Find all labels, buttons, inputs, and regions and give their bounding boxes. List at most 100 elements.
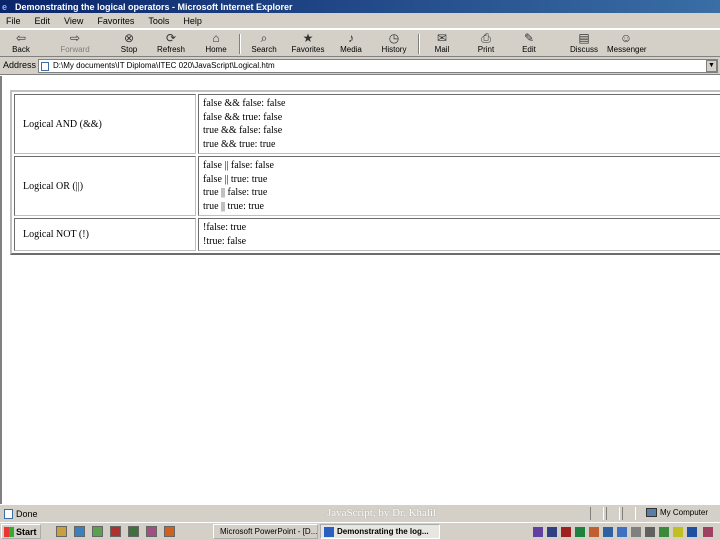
page-done-icon — [4, 509, 13, 519]
results-cell: false && false: false false && true: fal… — [198, 94, 720, 154]
tray-icon[interactable] — [547, 527, 557, 537]
window-title: Demonstrating the logical operators - Mi… — [15, 1, 293, 12]
tray-icon[interactable] — [703, 527, 713, 537]
mail-button[interactable]: ✉ Mail — [423, 31, 461, 57]
favorites-star-icon: ★ — [302, 31, 314, 45]
result-line: !false: true — [203, 222, 247, 233]
page-viewport: Logical AND (&&) false && false: false f… — [0, 76, 720, 504]
page-icon — [41, 62, 49, 71]
slide-footer-text: JavaScript, by Dr. Khalil — [327, 507, 437, 519]
back-arrow-icon: ⇦ — [15, 31, 27, 45]
menu-edit[interactable]: Edit — [35, 16, 51, 26]
table-row: Logical AND (&&) false && false: false f… — [14, 94, 720, 154]
search-icon: ⌕ — [260, 31, 268, 45]
address-dropdown-button[interactable]: ▼ — [706, 60, 717, 72]
quick-launch-icon[interactable] — [146, 526, 157, 537]
result-line: true || true: true — [203, 200, 264, 212]
table-row: Logical OR (||) false || false: false fa… — [14, 156, 720, 216]
printer-icon: ⎙ — [481, 31, 491, 45]
discuss-icon: ▤ — [578, 31, 590, 45]
result-line: false || false: false — [203, 160, 274, 171]
menu-tools[interactable]: Tools — [148, 16, 169, 26]
tray-icon[interactable] — [687, 527, 697, 537]
quick-launch-icon[interactable] — [74, 526, 85, 537]
results-cell: false || false: false false || true: tru… — [198, 156, 720, 216]
home-button[interactable]: ⌂ Home — [197, 31, 235, 57]
tray-icon[interactable] — [617, 527, 627, 537]
window-title-bar[interactable]: e Demonstrating the logical operators - … — [0, 0, 720, 13]
tray-icon[interactable] — [631, 527, 641, 537]
status-panels — [590, 507, 638, 520]
standard-toolbar: ⇦ Back ⇨ Forward ⊗ Stop ⟳ Refresh ⌂ Home ⌕ Sea… — [0, 29, 720, 57]
taskbar-button-powerpoint[interactable]: Microsoft PowerPoint - [D... — [213, 524, 318, 539]
messenger-icon: ☺ — [619, 31, 633, 45]
toolbar-separator — [418, 34, 420, 54]
start-button[interactable]: Start — [1, 524, 41, 539]
result-line: true || false: true — [203, 187, 268, 198]
print-button[interactable]: ⎙ Print — [467, 31, 505, 57]
logical-operators-table: Logical AND (&&) false && false: false f… — [10, 90, 720, 255]
home-icon: ⌂ — [212, 31, 220, 45]
menu-file[interactable]: File — [6, 16, 21, 26]
edit-page-icon: ✎ — [523, 31, 535, 45]
favorites-button[interactable]: ★ Favorites — [289, 31, 327, 57]
ie-icon — [324, 526, 334, 537]
media-icon: ♪ — [348, 31, 354, 45]
windows-taskbar: Start Microsoft PowerPoint - [D... Demon… — [0, 522, 720, 540]
operator-cell: Logical AND (&&) — [14, 94, 196, 154]
operator-cell: Logical NOT (!) — [14, 218, 196, 251]
stop-button[interactable]: ⊗ Stop — [110, 31, 148, 57]
media-button[interactable]: ♪ Media — [332, 31, 370, 57]
messenger-button[interactable]: ☺ Messenger — [607, 31, 647, 57]
stop-icon: ⊗ — [123, 31, 135, 45]
result-line: false && true: false — [203, 111, 283, 123]
quick-launch-icon[interactable] — [92, 526, 103, 537]
status-panel — [622, 507, 636, 520]
tray-icon[interactable] — [603, 527, 613, 537]
discuss-button[interactable]: ▤ Discuss — [565, 31, 603, 57]
security-zone: My Computer — [646, 508, 708, 517]
address-label: Address — [3, 60, 37, 70]
quick-launch-icon[interactable] — [128, 526, 139, 537]
menu-view[interactable]: View — [64, 16, 83, 26]
quick-launch-icon[interactable] — [56, 526, 67, 537]
refresh-icon: ⟳ — [165, 31, 177, 45]
menu-help[interactable]: Help — [183, 16, 202, 26]
mail-icon: ✉ — [436, 31, 448, 45]
history-clock-icon: ◷ — [388, 31, 400, 45]
menu-bar: File Edit View Favorites Tools Help — [0, 13, 720, 29]
status-panel — [590, 507, 604, 520]
tray-icon[interactable] — [659, 527, 669, 537]
result-line: true && true: true — [203, 138, 276, 150]
tray-icon[interactable] — [673, 527, 683, 537]
windows-logo-icon — [4, 526, 14, 537]
forward-arrow-icon: ⇨ — [69, 31, 81, 45]
tray-icon[interactable] — [575, 527, 585, 537]
result-line: !true: false — [203, 235, 247, 247]
quick-launch-icon[interactable] — [164, 526, 175, 537]
tray-icon[interactable] — [533, 527, 543, 537]
address-input[interactable]: D:\My documents\IT Diploma\ITEC 020\Java… — [38, 59, 718, 73]
results-cell: !false: true !true: false — [198, 218, 720, 251]
result-line: true && false: false — [203, 125, 283, 136]
table-row: Logical NOT (!) !false: true !true: fals… — [14, 218, 720, 251]
back-button[interactable]: ⇦ Back — [2, 31, 40, 57]
result-line: false && false: false — [203, 98, 286, 109]
tray-icon[interactable] — [589, 527, 599, 537]
forward-button[interactable]: ⇨ Forward — [56, 31, 94, 57]
tray-icon[interactable] — [561, 527, 571, 537]
status-panel — [606, 507, 620, 520]
taskbar-button-ie[interactable]: Demonstrating the log... — [320, 524, 440, 539]
edit-button[interactable]: ✎ Edit — [510, 31, 548, 57]
tray-icon[interactable] — [645, 527, 655, 537]
ie-logo-icon: e — [2, 1, 8, 12]
my-computer-icon — [646, 508, 657, 517]
status-text: Done — [4, 509, 38, 519]
menu-favorites[interactable]: Favorites — [97, 16, 134, 26]
refresh-button[interactable]: ⟳ Refresh — [152, 31, 190, 57]
search-button[interactable]: ⌕ Search — [245, 31, 283, 57]
history-button[interactable]: ◷ History — [375, 31, 413, 57]
address-bar: Address D:\My documents\IT Diploma\ITEC … — [0, 57, 720, 75]
quick-launch-icon[interactable] — [110, 526, 121, 537]
status-bar: Done JavaScript, by Dr. Khalil My Comput… — [0, 504, 720, 522]
